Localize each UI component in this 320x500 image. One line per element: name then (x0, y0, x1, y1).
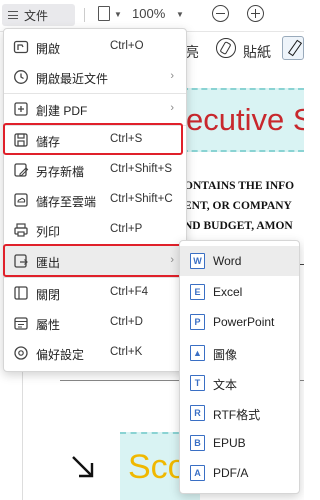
menu-item-shortcut: Ctrl+P (110, 223, 143, 235)
menu-item-label: 儲存 (36, 135, 61, 149)
zoom-out-icon[interactable] (212, 5, 229, 22)
menu-item-label: 列印 (36, 225, 61, 239)
text-icon: T (190, 375, 205, 391)
excel-icon: E (190, 284, 205, 300)
menu-item-label: 開啟 (36, 42, 61, 56)
menu-item-label: 開啟最近文件 (36, 72, 109, 86)
export-icon (14, 254, 28, 268)
diagonal-arrow-icon (72, 456, 94, 478)
menu-item-shortcut: Ctrl+K (110, 346, 143, 358)
export-item-epub[interactable]: B EPUB (180, 428, 299, 458)
body-line: ENT, OR COMPANY (184, 200, 292, 212)
menu-item-save-to-cloud[interactable]: 儲存至雲端 Ctrl+Shift+C (4, 185, 186, 215)
export-item-label: Word (213, 254, 242, 268)
menu-item-save[interactable]: 儲存 Ctrl+S (4, 125, 186, 155)
document-body: ONTAINS THE INFO ENT, OR COMPANY ND BUDG… (184, 176, 304, 236)
menu-item-label: 匯出 (36, 256, 61, 270)
chevron-down-icon[interactable]: ▼ (114, 10, 122, 19)
toolbar-divider (84, 8, 85, 22)
rtf-icon: R (190, 405, 205, 421)
menu-item-save-as[interactable]: 另存新檔 Ctrl+Shift+S (4, 155, 186, 185)
menu-item-preferences[interactable]: 偏好設定 Ctrl+K (4, 338, 186, 368)
menu-item-shortcut: Ctrl+D (110, 316, 143, 328)
powerpoint-icon: P (190, 314, 205, 330)
create-pdf-icon (14, 102, 28, 116)
export-submenu: W Word E Excel P PowerPoint ▲ 圖像 T 文本 R … (179, 240, 300, 494)
body-line: ND BUDGET, AMON (184, 220, 293, 232)
document-title: ecutive S (186, 102, 304, 137)
title-text-box[interactable]: ecutive S (182, 88, 304, 152)
score-heading: Sco (128, 448, 187, 486)
cloud-save-icon (14, 193, 28, 207)
menu-item-shortcut: Ctrl+S (110, 133, 143, 145)
app-window: ecutive S ONTAINS THE INFO ENT, OR COMPA… (0, 0, 304, 500)
menu-item-shortcut: Ctrl+Shift+C (110, 193, 173, 205)
edit-pen-icon[interactable] (282, 36, 304, 60)
menu-item-label: 關閉 (36, 288, 61, 302)
word-icon: W (190, 253, 205, 269)
chevron-right-icon: › (170, 102, 174, 114)
sticker-icon[interactable] (216, 38, 236, 58)
zoom-level[interactable]: 100% (132, 6, 165, 21)
menu-item-export[interactable]: 匯出 › (4, 246, 186, 276)
print-icon (14, 223, 28, 237)
menu-item-print[interactable]: 列印 Ctrl+P (4, 215, 186, 245)
menu-item-label: 屬性 (36, 318, 61, 332)
export-item-label: EPUB (213, 436, 246, 450)
menu-item-label: 儲存至雲端 (36, 195, 97, 209)
export-item-rtf[interactable]: R RTF格式 (180, 398, 299, 428)
export-item-excel[interactable]: E Excel (180, 277, 299, 307)
save-icon (14, 133, 28, 147)
menu-item-label: 另存新檔 (36, 165, 85, 179)
pdfa-icon: A (190, 465, 205, 481)
epub-icon: B (190, 435, 205, 451)
menu-item-shortcut: Ctrl+F4 (110, 286, 149, 298)
toolbar-partial-label[interactable]: 亮 (185, 42, 199, 62)
properties-icon (14, 317, 28, 330)
chevron-right-icon: › (170, 70, 174, 82)
hamburger-icon (8, 11, 18, 19)
menu-item-shortcut: Ctrl+O (110, 40, 144, 52)
menu-item-label: 偏好設定 (36, 348, 85, 362)
file-menu: 開啟 Ctrl+O 開啟最近文件 › 創建 PDF › 儲存 Ctrl+S 另存… (3, 28, 187, 372)
menu-item-open[interactable]: 開啟 Ctrl+O (4, 32, 186, 62)
export-item-powerpoint[interactable]: P PowerPoint (180, 307, 299, 337)
menu-item-label: 創建 PDF (36, 104, 88, 118)
file-menu-button[interactable]: 文件 (2, 4, 75, 26)
zoom-in-icon[interactable] (247, 5, 264, 22)
page-view-icon[interactable] (98, 6, 110, 21)
export-item-text[interactable]: T 文本 (180, 368, 299, 398)
export-item-label: RTF格式 (213, 408, 261, 422)
body-line: ONTAINS THE INFO (184, 180, 295, 192)
sticker-label[interactable]: 貼紙 (243, 42, 271, 62)
menu-item-create-pdf[interactable]: 創建 PDF › (4, 94, 186, 124)
menu-item-properties[interactable]: 屬性 Ctrl+D (4, 308, 186, 338)
file-menu-label: 文件 (24, 8, 49, 23)
export-item-label: 文本 (213, 378, 238, 392)
export-item-image[interactable]: ▲ 圖像 (180, 338, 299, 368)
gear-icon (14, 346, 28, 360)
export-item-label: 圖像 (213, 348, 238, 362)
image-icon: ▲ (190, 345, 205, 361)
menu-item-open-recent[interactable]: 開啟最近文件 › (4, 62, 186, 92)
clock-icon (14, 70, 28, 84)
chevron-down-icon[interactable]: ▼ (176, 10, 184, 19)
save-as-icon (14, 163, 29, 177)
export-item-label: PDF/A (213, 466, 249, 480)
export-item-label: Excel (213, 285, 243, 299)
menu-item-close[interactable]: 關閉 Ctrl+F4 (4, 278, 186, 308)
menu-item-shortcut: Ctrl+Shift+S (110, 163, 172, 175)
close-file-icon (14, 286, 28, 300)
export-item-label: PowerPoint (213, 315, 275, 329)
folder-open-icon (13, 40, 29, 54)
chevron-right-icon: › (170, 254, 174, 266)
export-item-word[interactable]: W Word (180, 246, 299, 276)
export-item-pdfa[interactable]: A PDF/A (180, 458, 299, 488)
